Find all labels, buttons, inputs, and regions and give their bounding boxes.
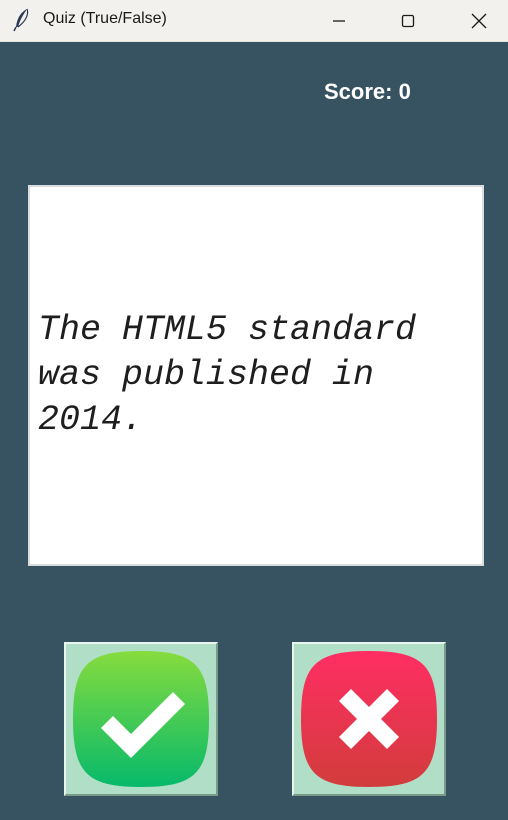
quiz-canvas: Score: 0 The HTML5 standard was publishe… (0, 42, 508, 820)
cross-icon (297, 647, 441, 791)
close-icon (471, 13, 487, 29)
question-text: The HTML5 standard was published in 2014… (38, 310, 417, 440)
window-title: Quiz (True/False) (43, 10, 167, 27)
true-button[interactable] (64, 642, 218, 796)
checkmark-icon (69, 647, 213, 791)
score-label: Score: 0 (324, 79, 411, 104)
minimize-icon (332, 14, 346, 28)
question-card: The HTML5 standard was published in 2014… (28, 185, 484, 566)
title-bar: Quiz (True/False) (0, 0, 508, 42)
close-button[interactable] (456, 0, 502, 42)
minimize-button[interactable] (316, 0, 362, 42)
feather-icon (12, 8, 32, 32)
maximize-button[interactable] (385, 0, 431, 42)
false-button[interactable] (292, 642, 446, 796)
maximize-icon (401, 14, 415, 28)
